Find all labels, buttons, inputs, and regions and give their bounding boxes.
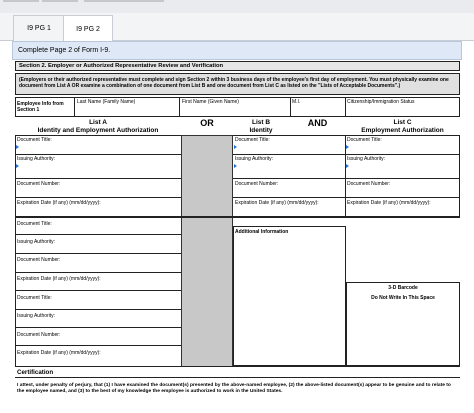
additional-information-box[interactable] — [233, 226, 346, 366]
list-a-issuing-label: Issuing Authority: — [17, 156, 56, 162]
toolbar-fragment — [3, 0, 39, 2]
list-c-doc-title-label: Document Title: — [347, 137, 382, 143]
list-b-title: List B — [251, 119, 271, 126]
list-a-doc-title-label: Document Title: — [17, 137, 52, 143]
list-a-doc-number-label-2: Document Number: — [17, 257, 61, 263]
first-name-field[interactable] — [181, 105, 289, 116]
list-b-issuing-label: Issuing Authority: — [235, 156, 274, 162]
list-a-expiration-label-2: Expiration Date (if any) (mm/dd/yyyy): — [17, 276, 101, 282]
list-a-doc-title-label-3: Document Title: — [17, 295, 52, 301]
last-name-field[interactable] — [76, 105, 178, 116]
toolbar-fragment — [84, 0, 164, 2]
or-label: OR — [200, 118, 214, 128]
page-subtitle-text: Complete Page 2 of Form I-9. — [18, 47, 111, 54]
certification-heading: Certification — [17, 369, 54, 376]
list-b-doc-title-label: Document Title: — [235, 137, 270, 143]
employee-info-label: Employee Info from Section 1 — [17, 101, 64, 113]
list-c-title: List C — [393, 119, 412, 126]
list-a-issuing-label-3: Issuing Authority: — [17, 313, 56, 319]
list-c-subtitle: Employment Authorization — [361, 127, 444, 134]
section-2-heading: Section 2. Employer or Authorized Repres… — [15, 61, 460, 71]
list-b-doc-number-field[interactable] — [234, 187, 344, 196]
top-toolbar — [0, 0, 474, 14]
dropdown-arrow-icon[interactable] — [346, 145, 349, 149]
page-subtitle: Complete Page 2 of Form I-9. — [12, 41, 462, 60]
dropdown-arrow-icon[interactable] — [234, 164, 237, 168]
list-a-issuing-label-2: Issuing Authority: — [17, 239, 56, 245]
citizenship-field[interactable] — [347, 105, 459, 116]
toolbar-fragment — [42, 0, 78, 2]
dropdown-arrow-icon[interactable] — [16, 164, 19, 168]
tab-label: I9 PG 2 — [76, 25, 100, 33]
list-b-subtitle: Identity — [249, 127, 273, 134]
list-a-doc-number-field[interactable] — [16, 187, 180, 196]
list-c-expiration-field[interactable] — [346, 206, 459, 215]
or-separator-column — [181, 135, 233, 367]
list-c-doc-number-field[interactable] — [346, 187, 459, 196]
additional-information-label: Additional Information — [235, 229, 289, 235]
tab-i9-page-1[interactable]: I9 PG 1 — [13, 15, 65, 41]
list-a-doc-number-label-3: Document Number: — [17, 332, 61, 338]
barcode-title: 3-D Barcode — [388, 285, 418, 291]
tab-label: I9 PG 1 — [27, 25, 51, 32]
barcode-notice: Do Not Write In This Space — [371, 295, 435, 301]
section-2-instructions: (Employers or their authorized represent… — [15, 73, 460, 95]
list-a-expiration-field[interactable] — [16, 206, 180, 215]
tab-i9-page-2[interactable]: I9 PG 2 — [63, 15, 113, 42]
list-a-expiration-label-3: Expiration Date (if any) (mm/dd/yyyy): — [17, 350, 101, 356]
dropdown-arrow-icon[interactable] — [234, 145, 237, 149]
list-a-title: List A — [89, 119, 107, 126]
list-b-expiration-field[interactable] — [234, 206, 344, 215]
middle-initial-field[interactable] — [292, 105, 344, 116]
list-c-issuing-label: Issuing Authority: — [347, 156, 386, 162]
list-a-subtitle: Identity and Employment Authorization — [37, 127, 159, 134]
list-a-doc-title-label-2: Document Title: — [17, 221, 52, 227]
certification-text: I attest, under penalty of perjury, that… — [17, 383, 451, 395]
and-label: AND — [307, 118, 328, 128]
dropdown-arrow-icon[interactable] — [346, 164, 349, 168]
dropdown-arrow-icon[interactable] — [16, 145, 19, 149]
